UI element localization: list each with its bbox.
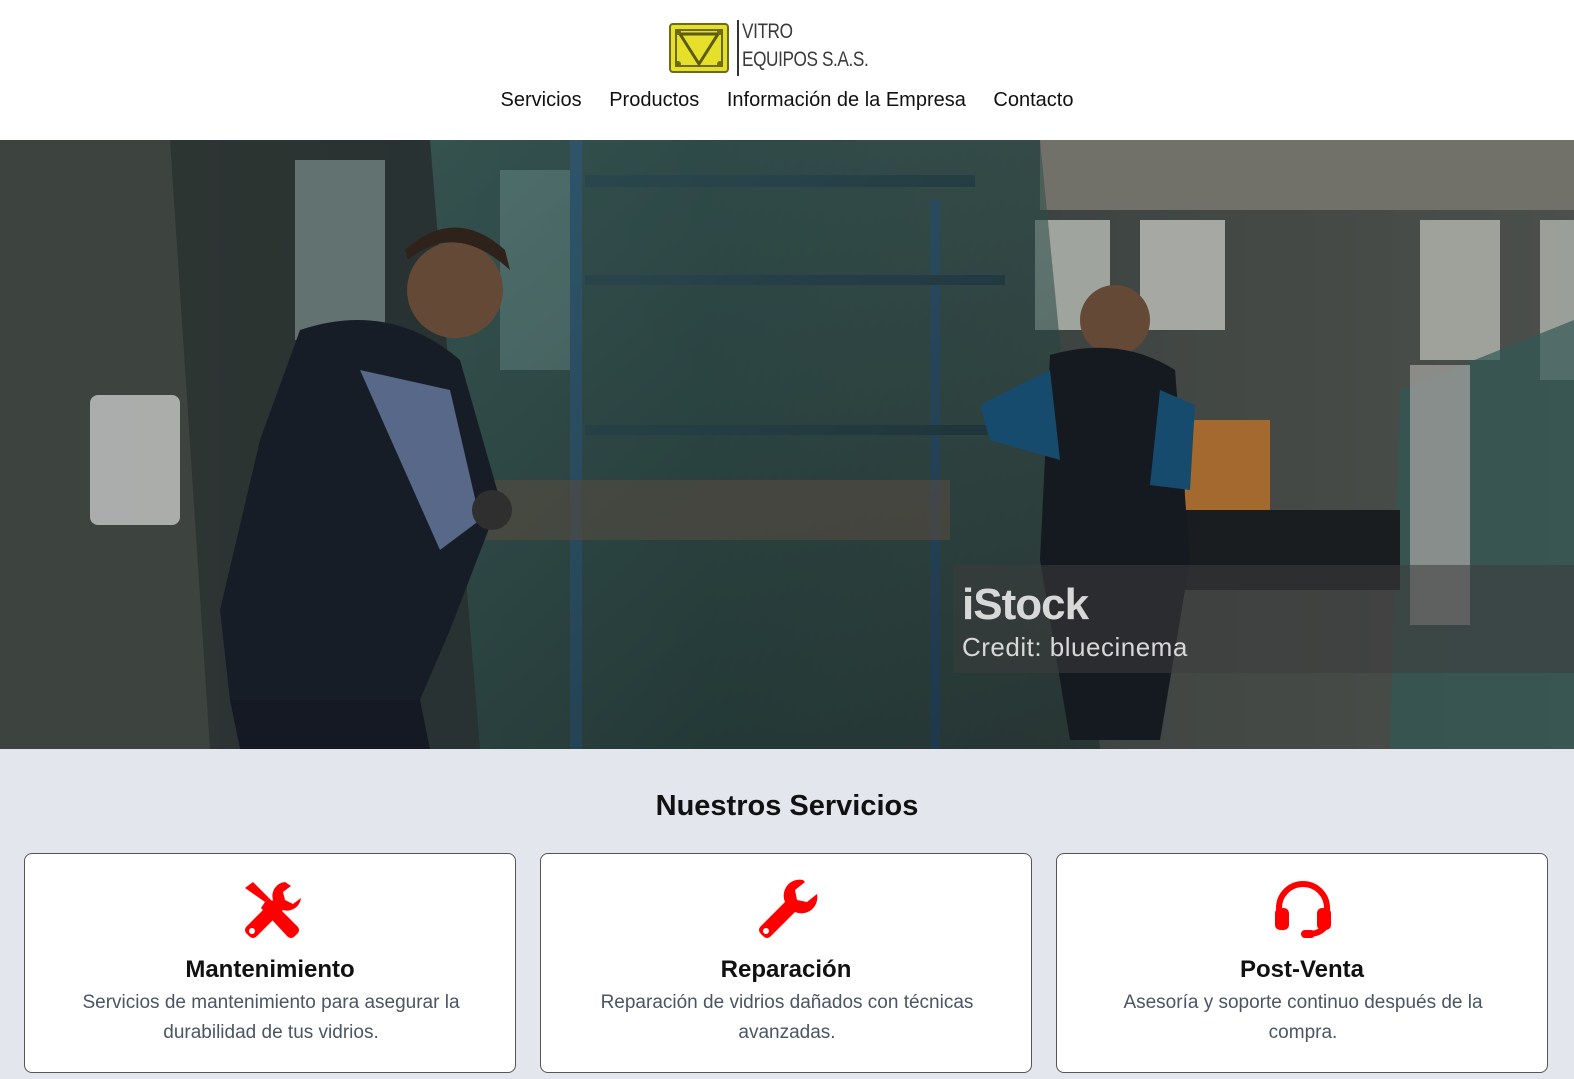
- wrench-icon: [759, 879, 818, 938]
- service-card-title: Mantenimiento: [185, 956, 355, 983]
- headset-icon: [1275, 881, 1331, 938]
- tools-icon: [245, 882, 301, 938]
- company-logo[interactable]: VITRO EQUIPOS S.A.S.: [668, 18, 888, 78]
- logo-text: VITRO EQUIPOS S.A.S.: [742, 18, 869, 74]
- main-nav: Servicios Productos Información de la Em…: [0, 86, 1574, 114]
- services-title: Nuestros Servicios: [655, 790, 919, 822]
- logo-line-2: EQUIPOS S.A.S.: [742, 48, 869, 71]
- watermark-credit: Credit: bluecinema: [962, 632, 1188, 662]
- logo-mark-icon: [669, 23, 729, 73]
- nav-link-contacto[interactable]: Contacto: [993, 86, 1073, 114]
- service-card-title: Reparación: [720, 956, 852, 983]
- nav-link-servicios[interactable]: Servicios: [501, 86, 582, 114]
- service-card-reparacion[interactable]: Reparación Reparación de vidrios dañados…: [540, 853, 1032, 1073]
- site-header: VITRO EQUIPOS S.A.S. Servicios Productos…: [0, 0, 1574, 140]
- logo-divider: [737, 20, 739, 76]
- service-card-mantenimiento[interactable]: Mantenimiento Servicios de mantenimiento…: [24, 853, 516, 1073]
- service-card-title: Post-Venta: [1239, 956, 1365, 983]
- service-card-text: Asesoría y soporte continuo después de l…: [1123, 992, 1483, 1043]
- nav-link-empresa[interactable]: Información de la Empresa: [727, 86, 966, 114]
- service-card-text: Reparación de vidrios dañados con técnic…: [600, 992, 974, 1043]
- service-card-postventa[interactable]: Post-Venta Asesoría y soporte continuo d…: [1056, 853, 1548, 1073]
- hero-banner: iStock Credit: bluecinema: [0, 140, 1574, 749]
- logo-line-1: VITRO: [742, 20, 793, 43]
- watermark-brand: iStock: [962, 580, 1089, 629]
- service-card-text: Servicios de mantenimiento para asegurar…: [82, 992, 460, 1043]
- nav-link-productos[interactable]: Productos: [609, 86, 699, 114]
